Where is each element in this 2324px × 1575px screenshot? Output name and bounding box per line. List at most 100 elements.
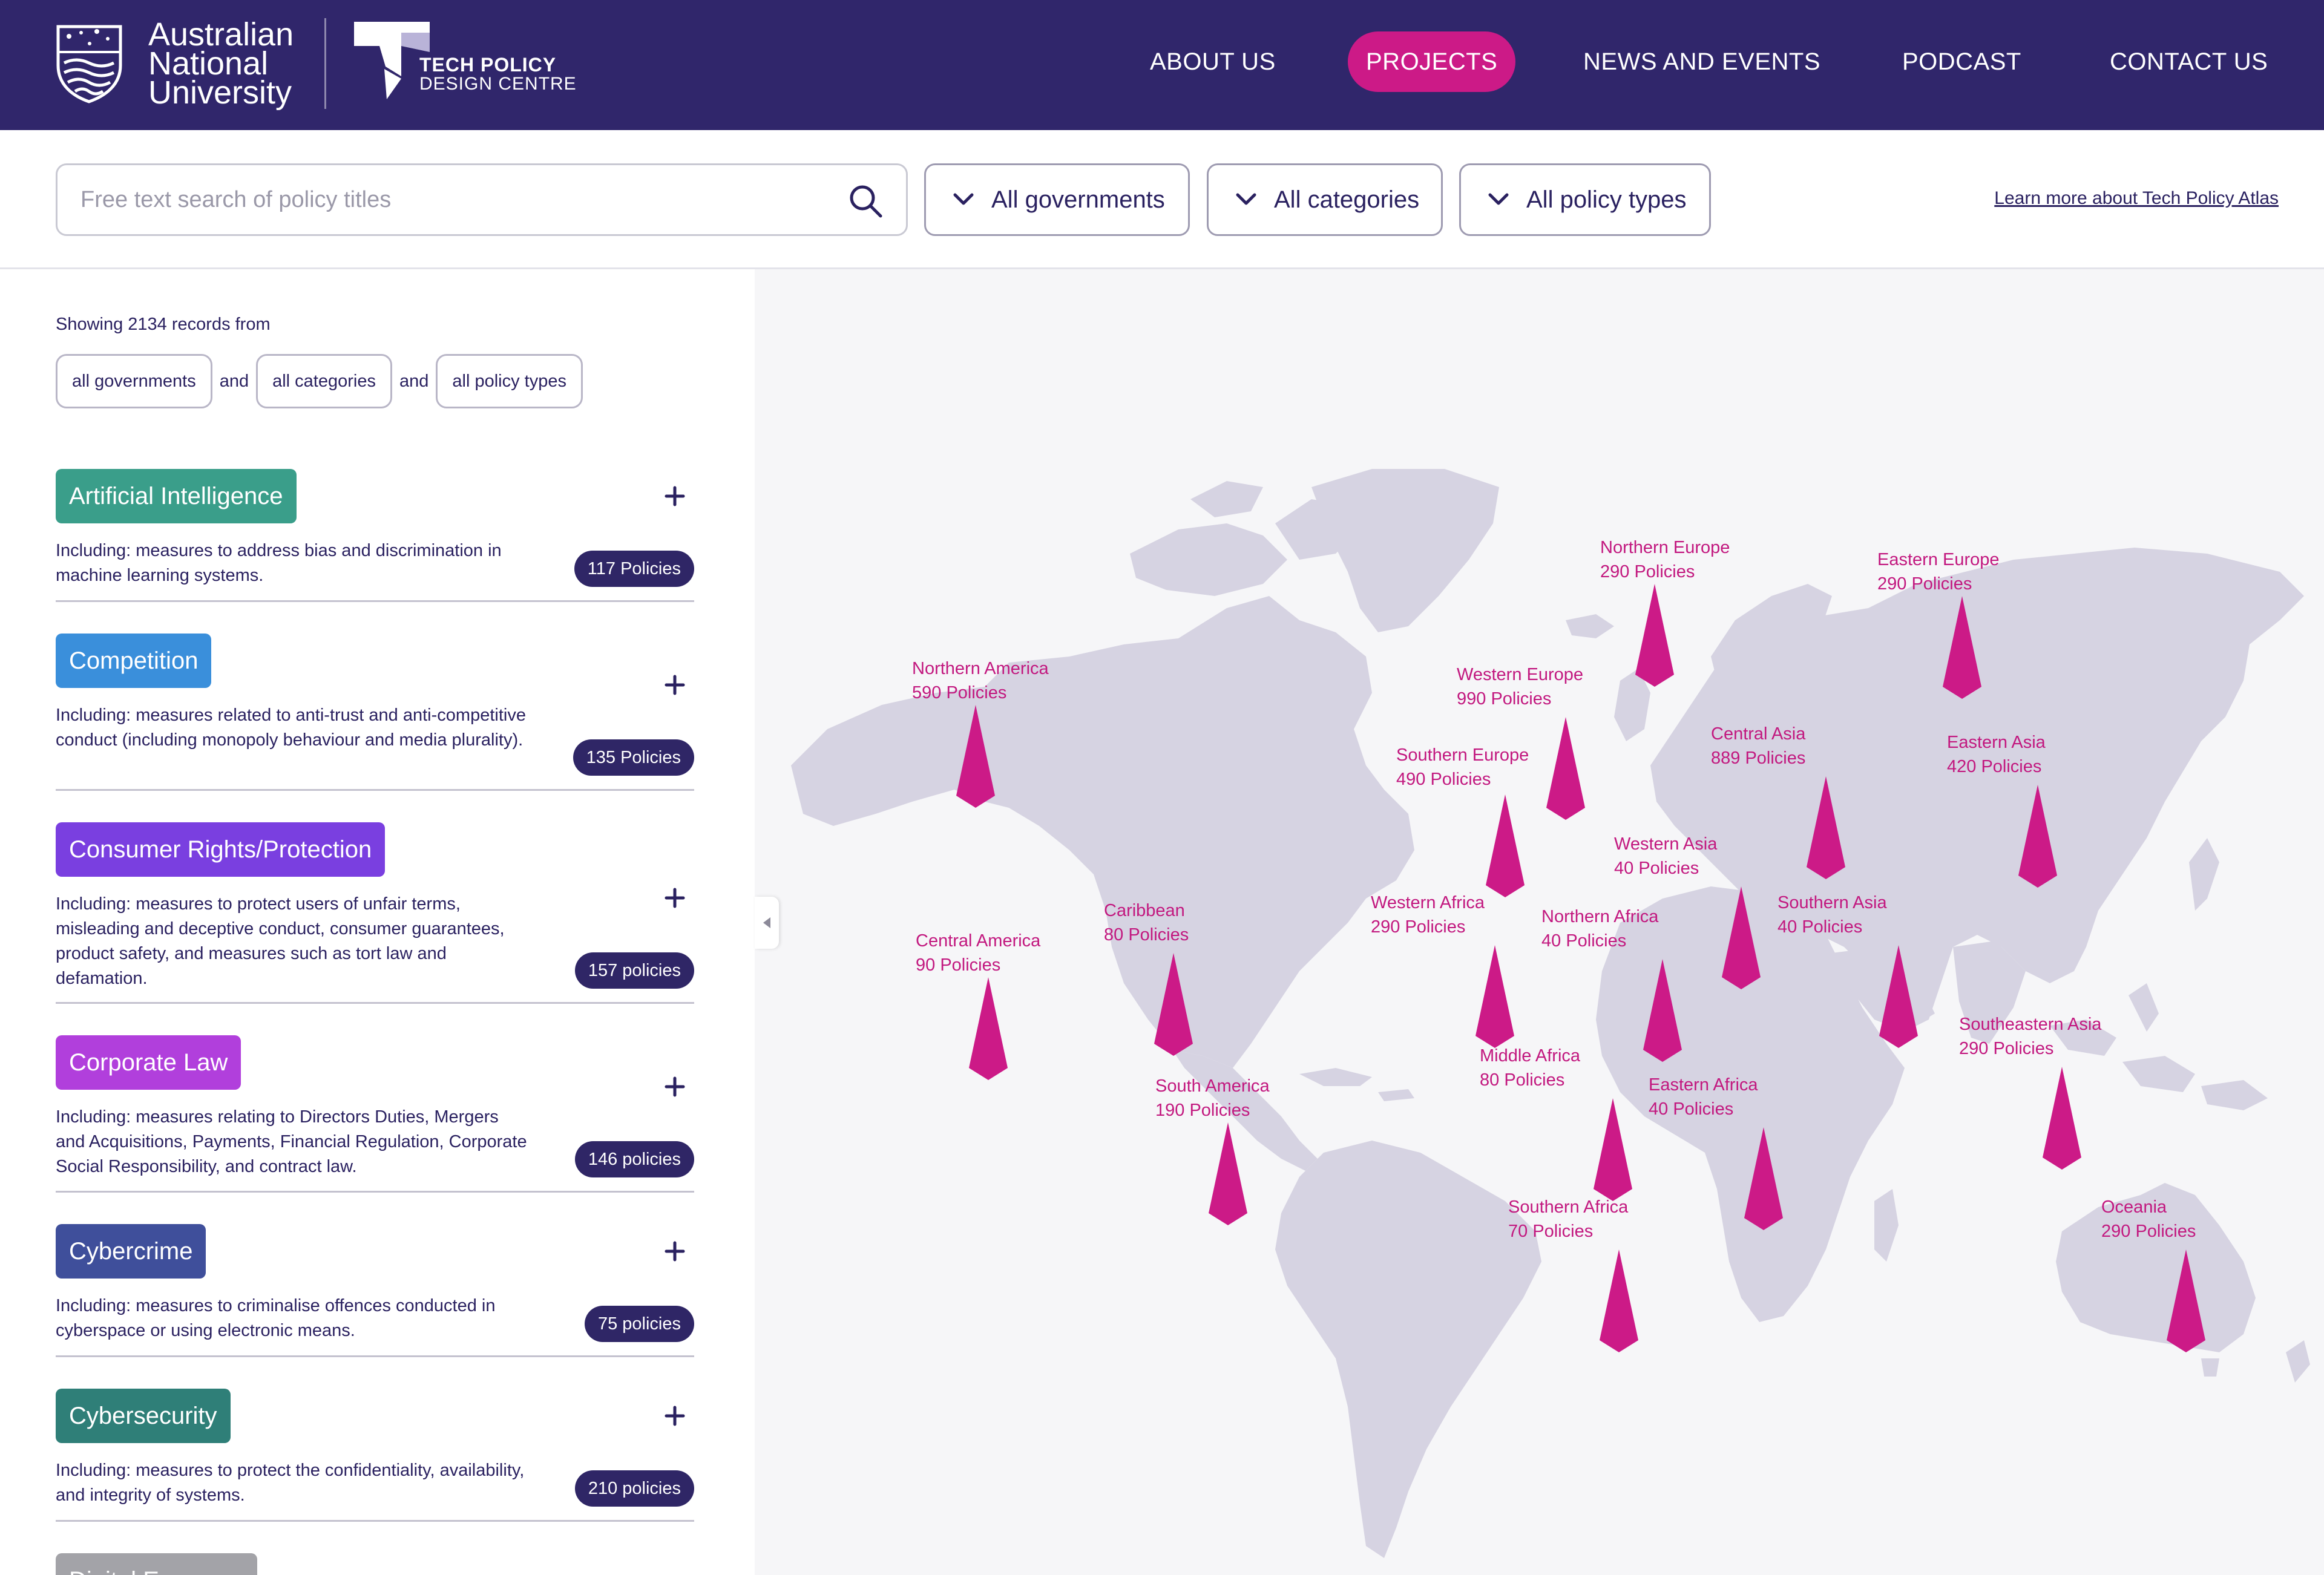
region-label: Southern Asia 40 Policies <box>1777 893 1887 937</box>
policy-count-badge: 157 policies <box>574 952 694 989</box>
category-cybercrime[interactable]: Cybercrime Including: measures to crimin… <box>56 1224 694 1357</box>
region-spike-marker <box>1546 717 1585 820</box>
category-competition[interactable]: Competition Including: measures related … <box>56 634 694 791</box>
anu-wordmark: Australian National University <box>148 16 294 109</box>
tpdc-wordmark: TECH POLICY DESIGN CENTRE <box>419 54 577 93</box>
plus-icon[interactable] <box>663 673 687 697</box>
region-spike-marker <box>1475 945 1514 1048</box>
nav-about-us[interactable]: ABOUT US <box>1150 31 1276 92</box>
chevron-down-icon <box>1488 193 1509 205</box>
region-spike-marker <box>1209 1122 1247 1225</box>
region-label: Eastern Asia 420 Policies <box>1947 733 2046 776</box>
world-map-area[interactable]: Northern America 590 Policies Central Ame… <box>755 269 2324 1575</box>
tpdc-line-2: DESIGN CENTRE <box>419 74 577 94</box>
region-label: Western Africa 290 Policies <box>1371 893 1485 937</box>
category-description: Including: measures to address bias and … <box>56 541 502 585</box>
category-digital-economy[interactable]: Digital Economy <box>56 1553 694 1575</box>
region-label: Caribbean 80 Policies <box>1104 901 1189 945</box>
plus-icon[interactable] <box>663 1404 687 1428</box>
region-label: Central Asia 889 Policies <box>1711 724 1806 768</box>
policy-count-badge: 117 Policies <box>574 551 694 587</box>
policy-count-badge: 135 Policies <box>573 739 694 776</box>
collapse-panel-button[interactable] <box>755 897 779 949</box>
anu-crest-icon <box>56 25 122 103</box>
categories-dropdown[interactable]: All categories <box>1207 163 1443 236</box>
category-tag: Digital Economy <box>56 1553 258 1575</box>
category-description: Including: measures to criminalise offen… <box>56 1296 496 1340</box>
category-description: Including: measures relating to Director… <box>56 1107 527 1176</box>
plus-icon[interactable] <box>663 886 687 910</box>
region-spike-marker <box>2018 785 2057 888</box>
category-cybersecurity[interactable]: Cybersecurity Including: measures to pro… <box>56 1389 694 1522</box>
search-input[interactable]: Free text search of policy titles <box>56 163 908 236</box>
governments-dropdown-label: All governments <box>991 186 1165 213</box>
region-label: Western Europe 990 Policies <box>1457 665 1584 709</box>
and-text: and <box>219 371 249 391</box>
region-spike-marker <box>1722 886 1761 989</box>
category-tag: Artificial Intelligence <box>56 469 297 523</box>
category-tag: Cybercrime <box>56 1224 206 1279</box>
tpdc-line-1: TECH POLICY <box>419 54 557 76</box>
categories-dropdown-label: All categories <box>1274 186 1420 213</box>
region-label: South America 190 Policies <box>1155 1076 1270 1120</box>
nav-podcast[interactable]: PODCAST <box>1902 31 2021 92</box>
region-label: Southern Europe 490 Policies <box>1396 745 1529 789</box>
governments-dropdown[interactable]: All governments <box>924 163 1190 236</box>
active-filter-chips: all governments and all categories and a… <box>56 354 583 408</box>
region-spike-marker <box>969 977 1008 1080</box>
anu-line-2: National <box>148 45 269 82</box>
region-spike-marker <box>1807 776 1845 879</box>
region-spike-marker <box>1879 945 1918 1048</box>
chevron-down-icon <box>1236 193 1256 205</box>
search-placeholder: Free text search of policy titles <box>80 187 392 212</box>
search-icon[interactable] <box>848 183 883 218</box>
top-navigation-bar: Australian National University TECH POLI… <box>0 0 2324 130</box>
and-text: and <box>399 371 429 391</box>
region-label: Northern Europe 290 Policies <box>1600 538 1730 581</box>
logo-divider <box>324 18 326 109</box>
region-label: Northern America 590 Policies <box>912 659 1049 702</box>
nav-projects[interactable]: PROJECTS <box>1348 31 1516 92</box>
category-tag: Corporate Law <box>56 1035 241 1090</box>
category-tag: Cybersecurity <box>56 1389 231 1443</box>
region-label: Western Asia 40 Policies <box>1614 834 1718 878</box>
nav-news-and-events[interactable]: NEWS AND EVENTS <box>1583 31 1820 92</box>
caret-left-icon <box>763 917 770 928</box>
category-artificial-intelligence[interactable]: Artificial Intelligence Including: measu… <box>56 469 694 602</box>
category-description: Including: measures related to anti-trus… <box>56 706 526 750</box>
region-label: Southeastern Asia 290 Policies <box>1959 1015 2102 1058</box>
category-corporate-law[interactable]: Corporate Law Including: measures relati… <box>56 1035 694 1193</box>
world-map <box>791 469 2310 1558</box>
category-description: Including: measures to protect the confi… <box>56 1461 525 1505</box>
region-spike-marker <box>956 705 995 808</box>
region-spike-marker <box>1744 1127 1783 1230</box>
category-consumer-rights[interactable]: Consumer Rights/Protection Including: me… <box>56 822 694 1004</box>
plus-icon[interactable] <box>663 1075 687 1099</box>
anu-line-1: Australian <box>148 16 294 53</box>
policy-types-dropdown[interactable]: All policy types <box>1459 163 1711 236</box>
region-label: Central America 90 Policies <box>916 931 1041 975</box>
region-label: Northern Africa 40 Policies <box>1541 907 1659 951</box>
category-tag: Consumer Rights/Protection <box>56 822 386 877</box>
anu-logo[interactable]: Australian National University <box>54 18 294 109</box>
nav-contact-us[interactable]: CONTACT US <box>2110 31 2268 92</box>
filter-bar: Free text search of policy titles All go… <box>0 130 2324 269</box>
learn-more-link[interactable]: Learn more about Tech Policy Atlas <box>1994 188 2279 209</box>
chip-governments[interactable]: all governments <box>56 354 212 408</box>
policy-types-dropdown-label: All policy types <box>1526 186 1687 213</box>
region-spike-marker <box>1154 953 1193 1056</box>
region-label: Middle Africa 80 Policies <box>1480 1046 1581 1090</box>
region-label: Eastern Africa 40 Policies <box>1649 1075 1758 1119</box>
plus-icon[interactable] <box>663 1239 687 1263</box>
tpdc-logo[interactable]: TECH POLICY DESIGN CENTRE <box>354 22 576 100</box>
region-spike-marker <box>2043 1067 2081 1170</box>
region-spike-marker <box>1643 959 1682 1062</box>
chevron-down-icon <box>953 193 974 205</box>
plus-icon[interactable] <box>663 484 687 508</box>
chip-policy-types[interactable]: all policy types <box>436 354 583 408</box>
chip-categories[interactable]: all categories <box>256 354 392 408</box>
records-summary: Showing 2134 records from <box>56 315 271 334</box>
region-label: Oceania 290 Policies <box>2101 1197 2196 1241</box>
policy-count-badge: 146 policies <box>574 1141 694 1177</box>
category-panel: Showing 2134 records from all government… <box>0 269 755 1575</box>
